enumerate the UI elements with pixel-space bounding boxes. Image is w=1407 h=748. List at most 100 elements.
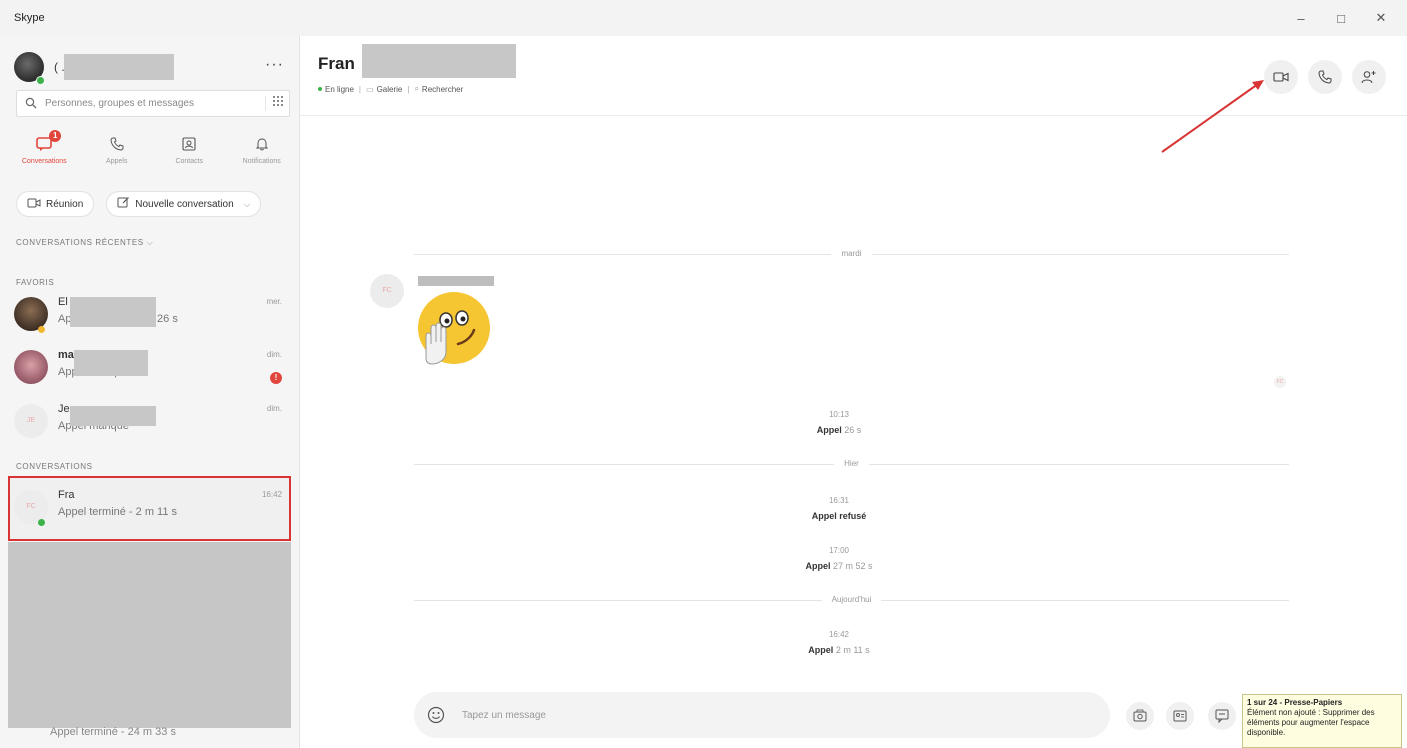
avatar: FC	[370, 274, 404, 308]
day-label: Aujourd'hui	[821, 595, 882, 604]
day-separator: Aujourd'hui	[414, 593, 1289, 607]
call-event: 16:42 Appel 2 m 11 s	[714, 630, 964, 655]
event-label: Appel	[816, 425, 842, 435]
avatar: JE	[14, 404, 48, 438]
chevron-down-icon: ⌵	[146, 238, 154, 247]
tab-label: Notifications	[242, 158, 281, 165]
event-time: 16:31	[828, 496, 850, 505]
action-buttons: Réunion Nouvelle conversation ⌵	[16, 191, 290, 219]
more-content-button[interactable]	[1208, 702, 1236, 730]
event-duration: 2 m 11 s	[835, 645, 870, 655]
search-input[interactable]: Personnes, groupes et messages	[45, 98, 265, 109]
more-options-icon[interactable]: ···	[265, 56, 284, 74]
title-bar: Skype – □ ✕	[0, 0, 1407, 36]
contacts-icon	[182, 134, 196, 154]
read-receipt-avatar: FC	[1274, 376, 1286, 388]
chat-icon: 1	[36, 130, 62, 154]
favorites-header: FAVORIS	[16, 278, 55, 287]
timestamp: dim.	[266, 350, 282, 359]
media-icon	[1133, 709, 1147, 722]
annotation-arrow-icon	[1161, 80, 1264, 153]
bell-icon	[255, 134, 269, 154]
main-nav: 1 Conversations Appels Contacts Notifica…	[8, 128, 298, 178]
gallery-link[interactable]: Galerie	[377, 85, 403, 94]
redaction-block	[362, 44, 516, 78]
tab-label: Contacts	[175, 158, 204, 165]
chat-panel: Fran En ligne | ▭ Galerie | ⌕ Rechercher	[300, 36, 1407, 748]
recent-conversations-header[interactable]: CONVERSATIONS RÉCENTES ⌵	[16, 238, 153, 248]
search-icon	[25, 97, 39, 111]
call-event: 17:00 Appel 27 m 52 s	[714, 546, 964, 571]
tab-label: Appels	[106, 158, 128, 165]
list-item[interactable]: ma Appel manqué dim. !	[8, 342, 290, 394]
tab-calls[interactable]: Appels	[81, 128, 154, 178]
contact-name: Je	[58, 403, 70, 415]
timestamp: mer.	[266, 297, 282, 306]
list-item[interactable]: JE Je Appel manqué dim.	[8, 396, 290, 448]
contact-name: Fra	[58, 489, 75, 501]
day-label-wrap: mardi	[414, 249, 1289, 258]
last-activity: Appel terminé - 2 m 11 s	[58, 506, 178, 518]
redaction-block	[418, 276, 494, 286]
meeting-label: Réunion	[46, 198, 84, 210]
section-title: CONVERSATIONS RÉCENTES	[16, 238, 144, 247]
sidebar: ( ... ) ··· Personnes, groupes et messag…	[0, 36, 300, 748]
add-participant-button[interactable]	[1352, 60, 1386, 94]
search-icon: ⌕	[414, 84, 419, 93]
contact-name: ma	[58, 349, 74, 361]
search-box[interactable]: Personnes, groupes et messages	[16, 90, 290, 117]
phone-icon	[110, 134, 124, 154]
event-description: Appel 26 s	[714, 425, 964, 435]
event-description: Appel refusé	[714, 511, 964, 521]
redaction-block	[74, 350, 148, 376]
status-online: En ligne	[325, 84, 354, 94]
day-separator: Hier	[414, 457, 1289, 471]
chat-title[interactable]: Fran	[318, 54, 355, 74]
minimize-button[interactable]: –	[1281, 0, 1321, 36]
timestamp: dim.	[266, 404, 282, 413]
timestamp: 16:42	[261, 490, 282, 499]
profile-header[interactable]: ( ... ) ···	[12, 46, 292, 86]
video-camera-icon	[1273, 72, 1289, 82]
last-activity: Appel terminé - 24 m 33 s	[50, 726, 176, 738]
online-status-dot	[38, 519, 45, 526]
skype-window: Skype – □ ✕ ( ... ) ··· Personnes, group…	[0, 0, 1407, 748]
new-conversation-button[interactable]: Nouvelle conversation ⌵	[106, 191, 262, 217]
maximize-button[interactable]: □	[1321, 0, 1361, 36]
tab-conversations[interactable]: 1 Conversations	[8, 128, 81, 178]
day-separator: mardi	[414, 247, 1289, 261]
redaction-block	[8, 542, 291, 728]
hand-wave-emoji-icon	[418, 292, 490, 365]
away-status-dot	[38, 326, 45, 333]
chevron-down-icon[interactable]: ⌵	[244, 199, 251, 210]
redaction-block	[64, 54, 174, 80]
meeting-button[interactable]: Réunion	[16, 191, 95, 217]
contact-card-button[interactable]	[1166, 702, 1194, 730]
day-label: Hier	[834, 459, 869, 468]
redaction-block	[70, 297, 156, 327]
smiley-icon	[427, 706, 445, 724]
attach-media-button[interactable]	[1126, 702, 1154, 730]
event-label: Appel	[808, 645, 834, 655]
message-composer[interactable]: Tapez un message	[414, 692, 1110, 738]
event-time: 16:42	[828, 630, 850, 639]
chat-status-bar: En ligne | ▭ Galerie | ⌕ Rechercher	[318, 84, 463, 94]
close-button[interactable]: ✕	[1361, 0, 1401, 36]
app-title: Skype	[14, 12, 45, 24]
emoji-button[interactable]	[426, 705, 446, 725]
event-duration: 27 m 52 s	[833, 561, 873, 571]
divider: |	[407, 84, 410, 94]
tab-label: Conversations	[21, 158, 67, 165]
search-link[interactable]: Rechercher	[422, 85, 463, 94]
message-input[interactable]: Tapez un message	[462, 710, 546, 721]
audio-call-button[interactable]	[1308, 60, 1342, 94]
avatar	[14, 350, 48, 384]
unread-badge: 1	[49, 130, 62, 142]
dialpad-icon[interactable]	[265, 96, 289, 111]
tab-notifications[interactable]: Notifications	[226, 128, 299, 178]
call-event: 16:31 Appel refusé	[714, 496, 964, 521]
tab-contacts[interactable]: Contacts	[153, 128, 226, 178]
list-item[interactable]: El Appel terminé - 4 m 26 s mer.	[8, 289, 290, 341]
list-item-selected[interactable]: FC Fra Appel terminé - 2 m 11 s 16:42	[8, 482, 290, 534]
day-label-wrap: Aujourd'hui	[414, 595, 1289, 604]
